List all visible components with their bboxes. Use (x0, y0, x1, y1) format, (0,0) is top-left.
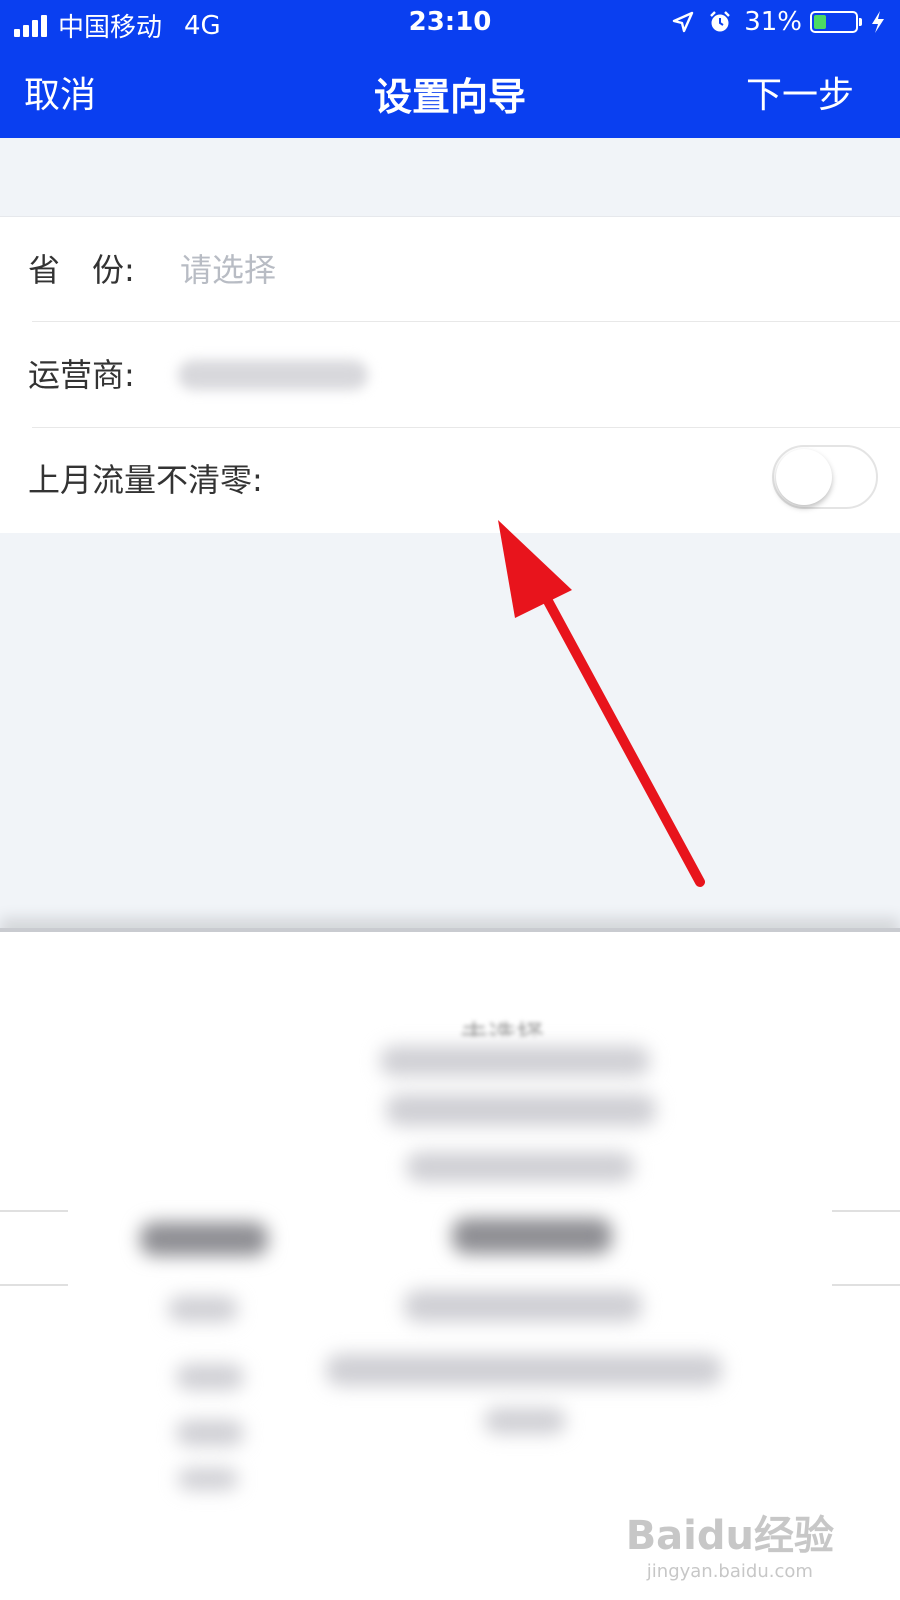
province-label: 省 份: (28, 251, 135, 289)
charging-icon (872, 11, 884, 33)
picker-option-blurred (176, 1364, 244, 1390)
carrier-row[interactable]: 运营商: (0, 322, 900, 428)
settings-form: 省 份: 请选择 运营商: 上月流量不清零: (0, 216, 900, 533)
status-bar: 中国移动 4G 23:10 31% (0, 0, 900, 44)
picker-option-blurred (178, 1468, 238, 1490)
annotation-arrow (498, 520, 705, 887)
carry-over-toggle[interactable] (772, 445, 878, 509)
picker-selection-line (832, 1210, 900, 1212)
picker-option-blurred (168, 1296, 238, 1322)
picker-option-blurred (404, 1290, 642, 1322)
nav-bar: 取消 设置向导 下一步 (0, 44, 900, 138)
location-icon (673, 11, 694, 33)
battery-percent: 31% (744, 7, 802, 37)
picker-top-edge (0, 928, 900, 932)
picker-option-blurred (326, 1354, 722, 1386)
picker-option-blurred (386, 1094, 656, 1126)
carrier-label: 运营商: (28, 356, 135, 394)
picker-option-selected-blurred (140, 1222, 268, 1256)
carry-over-row: 上月流量不清零: (0, 427, 900, 533)
picker-unselected-label: 未选择 (460, 1019, 545, 1036)
region-picker (0, 928, 900, 1600)
alarm-icon (710, 11, 731, 32)
province-placeholder: 请选择 (180, 251, 277, 289)
battery-icon (810, 11, 862, 33)
watermark-logo: Baidu经验 (625, 1513, 834, 1559)
watermark-url: jingyan.baidu.com (646, 1561, 813, 1582)
picker-option-blurred (380, 1046, 650, 1076)
carry-over-label: 上月流量不清零: (28, 461, 263, 499)
province-row[interactable]: 省 份: 请选择 (0, 217, 900, 323)
picker-option-blurred (484, 1408, 566, 1434)
picker-selection-line (0, 1210, 68, 1212)
battery-fill (814, 15, 826, 29)
carrier-value-blurred (178, 360, 368, 390)
picker-option-selected-blurred (452, 1218, 612, 1254)
picker-option-blurred (176, 1420, 244, 1446)
picker-selection-line (0, 1284, 68, 1286)
next-step-button[interactable]: 下一步 (746, 66, 854, 118)
status-right: 31% (672, 7, 886, 37)
watermark: Baidu经验 jingyan.baidu.com (626, 1503, 834, 1582)
picker-selection-line (832, 1284, 900, 1286)
toggle-knob (776, 449, 832, 505)
picker-option-blurred (406, 1152, 634, 1182)
